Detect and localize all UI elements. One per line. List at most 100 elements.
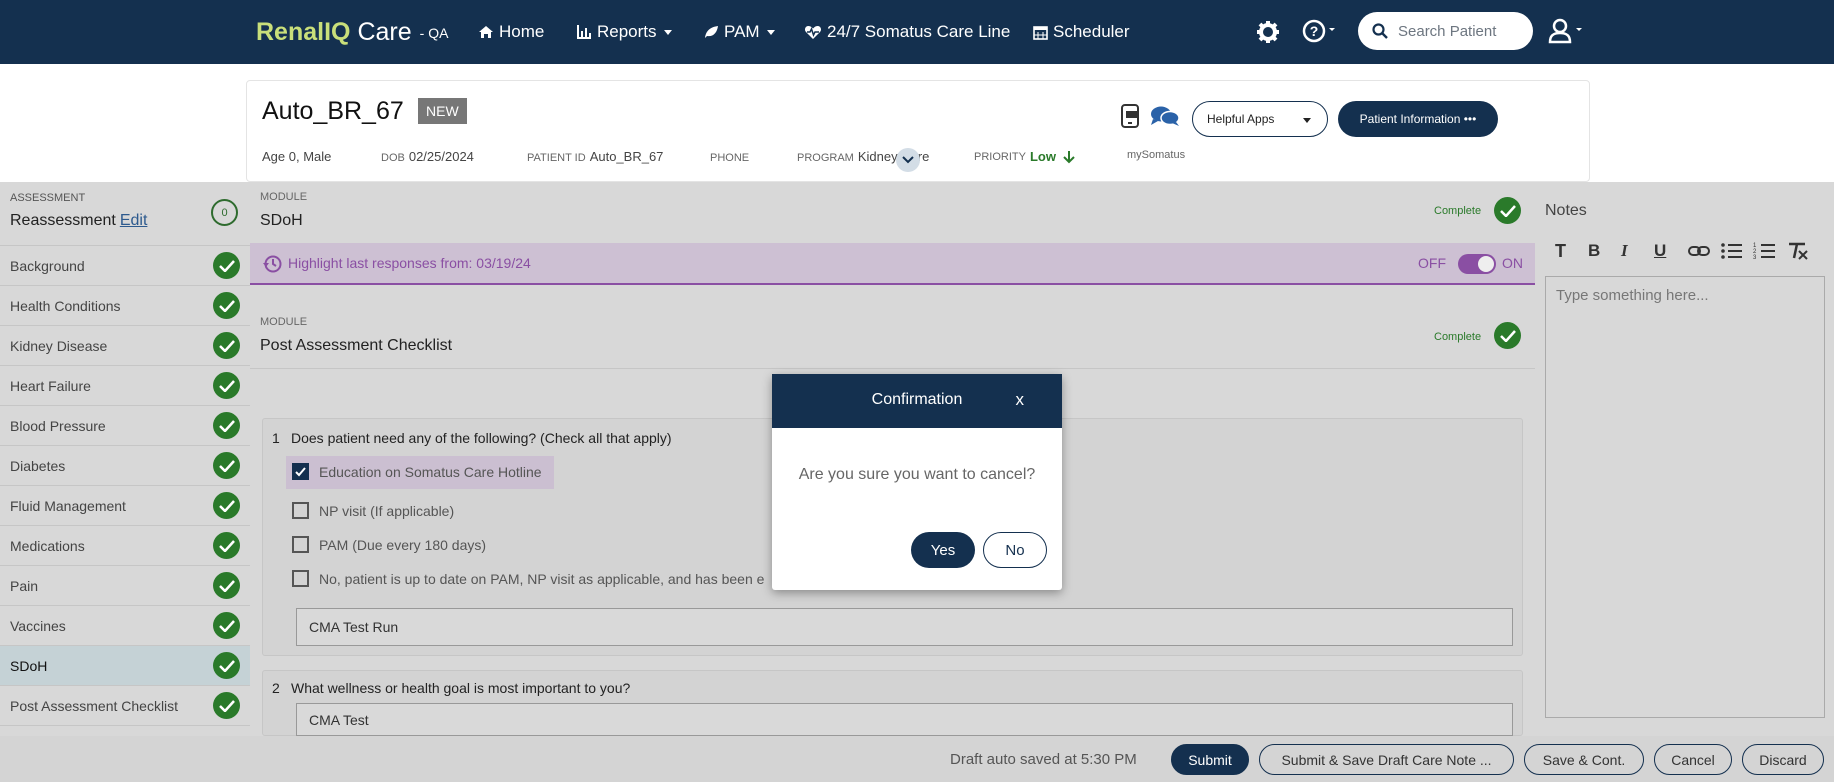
discard-button[interactable]: Discard <box>1742 744 1824 775</box>
no-button[interactable]: No <box>983 532 1047 568</box>
complete-check-icon <box>213 652 240 679</box>
italic-icon[interactable]: I <box>1621 241 1645 261</box>
divider <box>250 368 1535 369</box>
complete-check-icon <box>213 612 240 639</box>
module-title-sdoh: SDoH <box>260 212 303 229</box>
option-label: NP visit (If applicable) <box>319 502 455 519</box>
sidebar-item-blood-pressure[interactable]: Blood Pressure <box>0 406 250 446</box>
sidebar-item-background[interactable]: Background <box>0 246 250 286</box>
option-up-to-date[interactable]: No, patient is up to date on PAM, NP vis… <box>292 570 764 587</box>
bold-icon[interactable]: B <box>1588 241 1612 261</box>
highlight-text: Highlight last responses from: 03/19/24 <box>288 255 531 271</box>
svg-text:3: 3 <box>1753 255 1757 260</box>
nav-scheduler[interactable]: Scheduler <box>1033 22 1130 42</box>
module-label-2: MODULE <box>260 316 308 328</box>
leaf-icon <box>705 26 718 38</box>
edit-assessment-link[interactable]: Edit <box>120 212 148 229</box>
nav-pam[interactable]: PAM <box>703 22 775 42</box>
notes-toolbar: T B I U 123 <box>1545 236 1825 266</box>
sidebar-item-sdoh[interactable]: SDoH <box>0 646 250 686</box>
option-education-hotline[interactable]: Education on Somatus Care Hotline <box>292 463 542 480</box>
option-label: No, patient is up to date on PAM, NP vis… <box>319 570 765 587</box>
notes-title: Notes <box>1545 202 1587 219</box>
assessment-title: Reassessment Edit <box>10 212 148 229</box>
user-account-icon[interactable] <box>1548 18 1584 49</box>
helpful-apps-label: Helpful Apps <box>1207 112 1275 126</box>
helpful-apps-dropdown[interactable]: Helpful Apps <box>1192 101 1328 137</box>
patient-header: Auto_BR_67 NEW Age 0, Male DOB 02/25/2024… <box>246 80 1590 182</box>
sidebar-item-kidney-disease[interactable]: Kidney Disease <box>0 326 250 366</box>
question-1-number: 1 <box>272 430 280 446</box>
complete-check-icon <box>213 572 240 599</box>
numbered-list-icon[interactable]: 123 <box>1753 242 1777 260</box>
sidebar-item-diabetes[interactable]: Diabetes <box>0 446 250 486</box>
option-np-visit[interactable]: NP visit (If applicable) <box>292 502 454 519</box>
checkbox-icon[interactable] <box>292 570 309 587</box>
highlight-toggle[interactable] <box>1458 254 1496 274</box>
assessment-count-badge: 0 <box>211 199 238 226</box>
cancel-button[interactable]: Cancel <box>1654 744 1732 775</box>
sidebar-item-vaccines[interactable]: Vaccines <box>0 606 250 646</box>
toggle-off-label: OFF <box>1418 255 1446 271</box>
footer-bar: Draft auto saved at 5:30 PM Submit Submi… <box>0 736 1834 782</box>
checkbox-icon[interactable] <box>292 536 309 553</box>
sidebar-item-medications[interactable]: Medications <box>0 526 250 566</box>
text-format-icon[interactable]: T <box>1555 241 1579 262</box>
calendar-icon <box>1033 25 1048 40</box>
sidebar-item-label: Background <box>10 257 85 274</box>
search-patient-input[interactable]: Search Patient <box>1358 12 1533 50</box>
bullet-list-icon[interactable] <box>1720 242 1744 260</box>
settings-gear-icon[interactable] <box>1256 20 1280 49</box>
submit-save-draft-button[interactable]: Submit & Save Draft Care Note ... <box>1259 744 1514 775</box>
complete-check-icon <box>213 292 240 319</box>
patient-priority: PRIORITY Low <box>974 149 1076 164</box>
sidebar-item-label: Health Conditions <box>10 297 121 314</box>
question-2-answer-field[interactable]: CMA Test <box>296 703 1513 736</box>
mysomatus-link[interactable]: mySomatus <box>1127 149 1185 161</box>
new-badge: NEW <box>418 98 467 124</box>
heart-pulse-icon <box>804 25 822 39</box>
link-icon[interactable] <box>1687 242 1711 260</box>
nav-home[interactable]: Home <box>478 22 544 42</box>
checkbox-icon[interactable] <box>292 502 309 519</box>
sidebar-item-fluid-management[interactable]: Fluid Management <box>0 486 250 526</box>
yes-button[interactable]: Yes <box>911 532 975 568</box>
sidebar-item-post-assessment-checklist[interactable]: Post Assessment Checklist <box>0 686 250 726</box>
home-icon <box>479 26 493 38</box>
question-2-text: What wellness or health goal is most imp… <box>291 680 631 696</box>
question-1-answer-field[interactable]: CMA Test Run <box>296 608 1513 646</box>
complete-check-icon <box>213 372 240 399</box>
underline-icon[interactable]: U <box>1654 241 1678 261</box>
nav-reports[interactable]: Reports <box>576 22 672 42</box>
checkbox-checked-icon[interactable] <box>292 463 309 480</box>
brand-logo[interactable]: RenalIQ Care - QA <box>256 18 448 47</box>
sms-icon[interactable] <box>1119 103 1143 134</box>
complete-check-icon <box>213 412 240 439</box>
submit-button[interactable]: Submit <box>1171 744 1249 775</box>
sidebar-item-pain[interactable]: Pain <box>0 566 250 606</box>
sidebar-item-label: Post Assessment Checklist <box>10 697 179 714</box>
help-icon[interactable]: ? <box>1302 19 1336 48</box>
save-continue-button[interactable]: Save & Cont. <box>1524 744 1644 775</box>
clear-format-icon[interactable] <box>1786 242 1810 260</box>
option-pam[interactable]: PAM (Due every 180 days) <box>292 536 486 553</box>
complete-check-icon <box>213 452 240 479</box>
sidebar-item-heart-failure[interactable]: Heart Failure <box>0 366 250 406</box>
close-icon[interactable]: x <box>1016 390 1025 410</box>
nav-careline[interactable]: 24/7 Somatus Care Line <box>804 22 1010 42</box>
sidebar-item-label: SDoH <box>10 657 48 674</box>
draft-status: Draft auto saved at 5:30 PM <box>950 751 1137 768</box>
question-2-number: 2 <box>272 680 280 696</box>
top-navbar: RenalIQ Care - QA Home Reports PAM 24/7 S… <box>0 0 1834 64</box>
confirmation-dialog: Confirmation x Are you sure you want to … <box>772 374 1062 590</box>
patient-information-button[interactable]: Patient Information ••• <box>1338 101 1498 137</box>
sidebar-item-health-conditions[interactable]: Health Conditions <box>0 286 250 326</box>
patient-phone: PHONE <box>710 152 750 164</box>
module-status: Complete <box>1434 205 1482 217</box>
chat-icon[interactable] <box>1150 105 1180 132</box>
notes-panel: Notes T B I U 123 Type something here... <box>1535 182 1834 736</box>
assessment-sidebar: ASSESSMENT Reassessment Edit 0 Background… <box>0 182 250 736</box>
notes-editor[interactable]: Type something here... <box>1545 276 1825 718</box>
sidebar-item-label: Kidney Disease <box>10 337 108 354</box>
expand-header-button[interactable] <box>896 148 920 172</box>
